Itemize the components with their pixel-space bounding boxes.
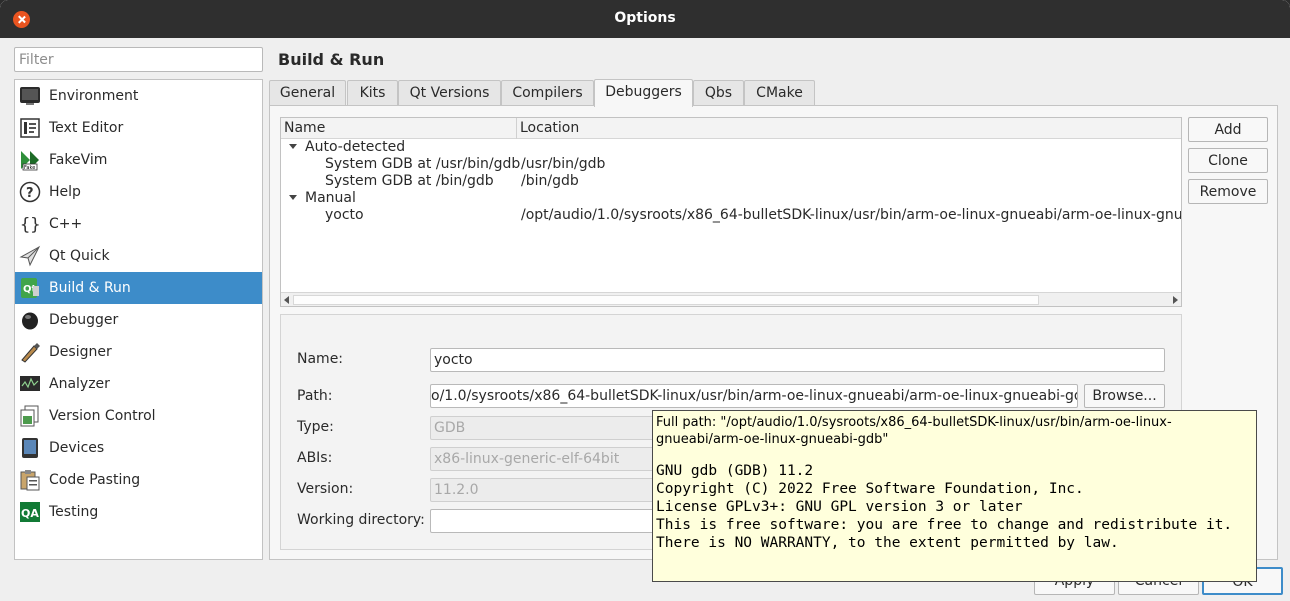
- sidebar-item-analyzer[interactable]: Analyzer: [15, 368, 262, 400]
- sidebar-item-label: Analyzer: [49, 376, 110, 392]
- qt-build-icon: Qt: [19, 277, 41, 299]
- sidebar-item-qt-quick[interactable]: Qt Quick: [15, 240, 262, 272]
- debugger-location: /usr/bin/gdb: [521, 156, 606, 172]
- debugger-location: /opt/audio/1.0/sysroots/x86_64-bulletSDK…: [521, 207, 1182, 223]
- sidebar-item-help[interactable]: ? Help: [15, 176, 262, 208]
- debugger-name: yocto: [325, 207, 364, 223]
- sidebar-item-code-pasting[interactable]: Code Pasting: [15, 464, 262, 496]
- path-tooltip: Full path: "/opt/audio/1.0/sysroots/x86_…: [652, 410, 1257, 582]
- tab-compilers[interactable]: Compilers: [501, 80, 594, 106]
- tree-row[interactable]: System GDB at /bin/gdb /bin/gdb: [281, 173, 1181, 190]
- help-icon: ?: [19, 181, 41, 203]
- tab-qbs[interactable]: Qbs: [693, 80, 744, 106]
- add-button[interactable]: Add: [1188, 117, 1268, 142]
- name-label: Name:: [297, 351, 344, 367]
- braces-icon: {}: [19, 213, 41, 235]
- text-editor-icon: [19, 117, 41, 139]
- path-field[interactable]: o/1.0/sysroots/x86_64-bulletSDK-linux/us…: [430, 384, 1078, 408]
- sidebar-item-label: Qt Quick: [49, 248, 110, 264]
- device-icon: [19, 437, 41, 459]
- type-label: Type:: [297, 419, 334, 435]
- sidebar-item-label: FakeVim: [49, 152, 108, 168]
- clone-button[interactable]: Clone: [1188, 148, 1268, 173]
- tree-row[interactable]: System GDB at /usr/bin/gdb /usr/bin/gdb: [281, 156, 1181, 173]
- expand-arrow-icon[interactable]: [289, 144, 297, 149]
- scroll-left-icon[interactable]: [284, 296, 289, 304]
- sidebar-item-text-editor[interactable]: Text Editor: [15, 112, 262, 144]
- tab-qt-versions[interactable]: Qt Versions: [398, 80, 501, 106]
- working-directory-label: Working directory:: [297, 512, 425, 528]
- sidebar-item-label: C++: [49, 216, 83, 232]
- column-divider[interactable]: [516, 118, 517, 139]
- code-pasting-icon: [19, 469, 41, 491]
- debugger-location: /bin/gdb: [521, 173, 579, 189]
- sidebar-item-label: Designer: [49, 344, 112, 360]
- browse-button[interactable]: Browse...: [1084, 384, 1165, 408]
- scrollbar-thumb[interactable]: [293, 295, 1039, 305]
- remove-button[interactable]: Remove: [1188, 179, 1268, 204]
- sidebar-item-label: Build & Run: [49, 280, 131, 296]
- brush-icon: [19, 341, 41, 363]
- name-field[interactable]: yocto: [430, 348, 1165, 372]
- svg-text:Fake: Fake: [24, 165, 35, 171]
- window-title: Options: [614, 10, 676, 26]
- sidebar-item-version-control[interactable]: Version Control: [15, 400, 262, 432]
- version-control-icon: [19, 405, 41, 427]
- group-label: Manual: [305, 190, 356, 206]
- sidebar-item-cpp[interactable]: {} C++: [15, 208, 262, 240]
- category-list: Environment Text Editor Fake FakeVim ? H…: [14, 79, 263, 560]
- tab-kits[interactable]: Kits: [347, 80, 398, 106]
- expand-arrow-icon[interactable]: [289, 195, 297, 200]
- tree-group-manual[interactable]: Manual: [281, 190, 1181, 207]
- sidebar-item-label: Version Control: [49, 408, 156, 424]
- sidebar-item-debugger[interactable]: Debugger: [15, 304, 262, 336]
- column-header-name[interactable]: Name: [284, 120, 325, 136]
- tree-header: Name Location: [281, 118, 1181, 139]
- abis-label: ABIs:: [297, 450, 333, 466]
- sidebar-item-fakevim[interactable]: Fake FakeVim: [15, 144, 262, 176]
- sidebar-item-label: Environment: [49, 88, 139, 104]
- debugger-tree[interactable]: Name Location Auto-detected System GDB a…: [280, 117, 1182, 307]
- sidebar-item-build-run[interactable]: Qt Build & Run: [15, 272, 262, 304]
- sidebar-item-designer[interactable]: Designer: [15, 336, 262, 368]
- sidebar-item-environment[interactable]: Environment: [15, 80, 262, 112]
- tooltip-version-info: GNU gdb (GDB) 11.2 Copyright (C) 2022 Fr…: [656, 463, 1233, 551]
- scroll-right-icon[interactable]: [1173, 296, 1178, 304]
- group-label: Auto-detected: [305, 139, 406, 155]
- filter-input[interactable]: [14, 47, 263, 72]
- sidebar-item-label: Debugger: [49, 312, 119, 328]
- bug-icon: [19, 309, 41, 331]
- svg-text:?: ?: [26, 186, 34, 201]
- svg-text:QA: QA: [21, 507, 39, 520]
- sidebar-item-label: Testing: [49, 504, 99, 520]
- svg-text:{}: {}: [20, 215, 40, 235]
- fakevim-icon: Fake: [19, 149, 41, 171]
- sidebar-item-label: Code Pasting: [49, 472, 141, 488]
- monitor-icon: [19, 85, 41, 107]
- sidebar-item-label: Help: [49, 184, 81, 200]
- column-header-location[interactable]: Location: [520, 120, 579, 136]
- column-edge: [1181, 139, 1182, 292]
- tree-row[interactable]: yocto /opt/audio/1.0/sysroots/x86_64-bul…: [281, 207, 1181, 224]
- paper-plane-icon: [19, 245, 41, 267]
- horizontal-scrollbar[interactable]: [281, 292, 1181, 306]
- tab-debuggers[interactable]: Debuggers: [594, 79, 693, 107]
- tab-cmake[interactable]: CMake: [744, 80, 815, 106]
- path-label: Path:: [297, 388, 333, 404]
- sidebar-item-label: Devices: [49, 440, 105, 456]
- version-label: Version:: [297, 481, 354, 497]
- tooltip-full-path: Full path: "/opt/audio/1.0/sysroots/x86_…: [656, 415, 1172, 447]
- sidebar-item-testing[interactable]: QA Testing: [15, 496, 262, 528]
- tab-general[interactable]: General: [269, 80, 346, 106]
- sidebar-item-devices[interactable]: Devices: [15, 432, 262, 464]
- sidebar-item-label: Text Editor: [49, 120, 124, 136]
- debugger-name: System GDB at /usr/bin/gdb: [325, 156, 521, 172]
- options-dialog: Options Environment Text Editor Fake Fak…: [0, 0, 1290, 601]
- debugger-name: System GDB at /bin/gdb: [325, 173, 494, 189]
- tree-group-auto-detected[interactable]: Auto-detected: [281, 139, 1181, 156]
- page-title: Build & Run: [278, 50, 385, 69]
- qa-icon: QA: [19, 501, 41, 523]
- title-bar: Options: [0, 0, 1290, 38]
- analyzer-icon: [19, 373, 41, 395]
